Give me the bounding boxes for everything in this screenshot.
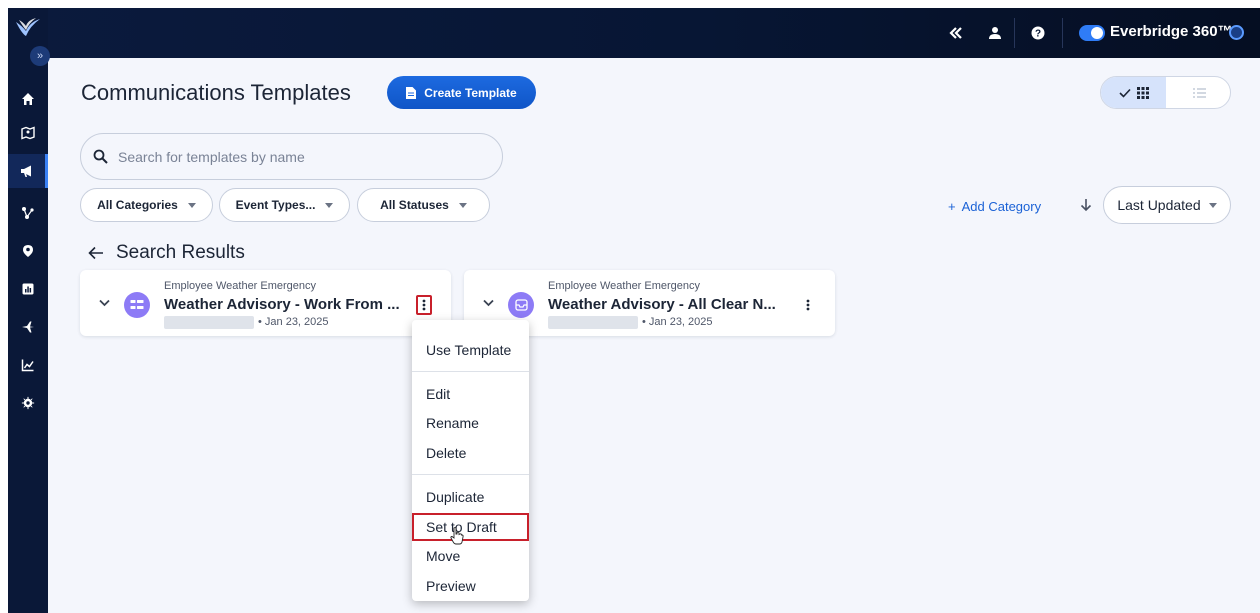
plane-icon (22, 321, 34, 333)
topbar-divider (1014, 18, 1015, 48)
document-icon (406, 86, 417, 99)
event-types-filter-label: Event Types... (235, 198, 316, 212)
template-type-icon (124, 292, 150, 318)
menu-item-preview[interactable]: Preview (412, 572, 529, 600)
search-icon (93, 149, 108, 164)
more-options-kebab-icon[interactable] (416, 295, 432, 315)
template-name: Weather Advisory - Work From ... (164, 296, 400, 313)
grid-view-button[interactable] (1101, 77, 1166, 108)
chevron-down-icon[interactable] (99, 296, 110, 310)
megaphone-icon (20, 165, 31, 177)
sort-select-value: Last Updated (1117, 197, 1201, 213)
statuses-filter-label: All Statuses (380, 198, 449, 212)
template-category: Employee Weather Emergency (164, 280, 317, 292)
check-icon (1118, 88, 1131, 98)
menu-item-set-to-draft[interactable]: Set to Draft (412, 513, 529, 541)
menu-item-delete[interactable]: Delete (412, 439, 529, 467)
categories-filter[interactable]: All Categories (80, 188, 213, 222)
template-name: Weather Advisory - All Clear N... (548, 296, 776, 313)
template-actions-menu: Use Template Edit Rename Delete Duplicat… (412, 320, 529, 601)
caret-down-icon (1208, 202, 1217, 208)
sidebar-item-settings[interactable] (8, 386, 48, 420)
menu-divider (412, 474, 529, 475)
caret-down-icon (325, 202, 334, 208)
user-icon[interactable] (985, 23, 1005, 43)
template-category: Employee Weather Emergency (548, 280, 701, 292)
everbridge-360-toggle[interactable] (1079, 25, 1105, 41)
categories-filter-label: All Categories (97, 198, 178, 212)
nodes-icon (22, 207, 34, 219)
sidebar-item-communications[interactable] (8, 154, 48, 188)
search-results-heading: Search Results (116, 242, 245, 263)
gear-icon (21, 396, 35, 410)
screenshot-frame: ? Everbridge 360™ » Communications Templ… (0, 0, 1260, 613)
list-icon (1192, 87, 1206, 98)
menu-item-rename[interactable]: Rename (412, 409, 529, 437)
sidebar-item-incidents[interactable] (8, 196, 48, 230)
search-input[interactable] (118, 148, 478, 165)
create-template-button[interactable]: Create Template (387, 76, 536, 109)
everbridge-logo-icon[interactable] (14, 16, 42, 40)
back-arrow-icon[interactable] (88, 246, 104, 260)
sidebar: » (8, 8, 50, 613)
event-types-filter[interactable]: Event Types... (219, 188, 350, 222)
location-pin-icon (23, 245, 33, 257)
sidebar-item-locations[interactable] (8, 234, 48, 268)
sidebar-item-reports[interactable] (8, 272, 48, 306)
home-icon (22, 93, 34, 105)
topbar-divider (1062, 18, 1063, 48)
line-chart-icon (21, 359, 34, 372)
menu-item-use-template[interactable]: Use Template (412, 336, 529, 364)
sort-direction-arrow-down-icon[interactable] (1080, 198, 1092, 216)
brand-name: Everbridge 360™ (1110, 23, 1233, 40)
help-icon[interactable]: ? (1028, 23, 1048, 43)
map-icon (21, 126, 35, 140)
sidebar-item-map[interactable] (8, 116, 48, 150)
sidebar-item-home[interactable] (8, 82, 48, 116)
add-category-button[interactable]: + Add Category (948, 199, 1041, 214)
view-toggle (1100, 76, 1231, 109)
chevron-down-icon[interactable] (483, 296, 494, 310)
redacted-author (548, 316, 638, 329)
add-category-label: Add Category (961, 199, 1042, 214)
create-template-label: Create Template (424, 85, 517, 100)
caret-down-icon (458, 202, 467, 208)
brand-status-icon[interactable] (1229, 25, 1244, 40)
search-box (80, 133, 503, 180)
menu-item-duplicate[interactable]: Duplicate (412, 483, 529, 511)
more-options-kebab-icon[interactable] (800, 295, 816, 315)
menu-item-move[interactable]: Move (412, 542, 529, 570)
sidebar-item-travel[interactable] (8, 310, 48, 344)
page-title: Communications Templates (81, 80, 351, 105)
sort-select[interactable]: Last Updated (1103, 186, 1231, 224)
statuses-filter[interactable]: All Statuses (357, 188, 490, 222)
hand-pointer-cursor-icon (450, 527, 464, 545)
redacted-author (164, 316, 254, 329)
top-bar: ? Everbridge 360™ (8, 8, 1260, 58)
menu-item-edit[interactable]: Edit (412, 380, 529, 408)
menu-divider (412, 371, 529, 372)
sidebar-item-analytics[interactable] (8, 348, 48, 382)
plus-icon: + (948, 199, 956, 214)
template-date: • Jan 23, 2025 (258, 316, 329, 328)
collapse-double-left-icon[interactable] (946, 23, 966, 43)
grid-icon (1136, 86, 1149, 99)
svg-text:?: ? (1035, 29, 1041, 40)
caret-down-icon (187, 202, 196, 208)
expand-sidebar-button[interactable]: » (30, 46, 50, 66)
template-type-icon (508, 292, 534, 318)
bar-report-icon (22, 283, 34, 295)
list-view-button[interactable] (1166, 77, 1230, 108)
search-results-header: Search Results (88, 242, 245, 264)
template-card[interactable]: Employee Weather Emergency Weather Advis… (80, 270, 451, 336)
app-window: ? Everbridge 360™ » Communications Templ… (8, 8, 1260, 613)
template-date: • Jan 23, 2025 (642, 316, 713, 328)
